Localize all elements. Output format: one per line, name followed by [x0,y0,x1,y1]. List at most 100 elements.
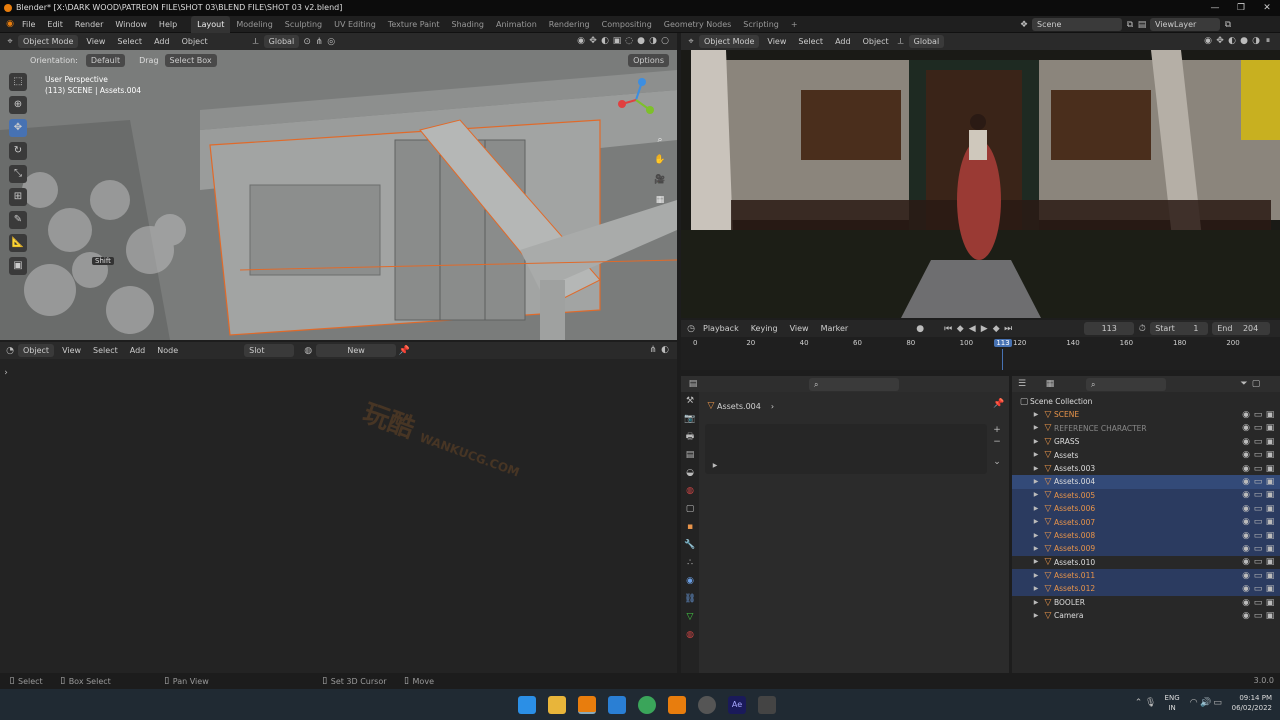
file-explorer-icon[interactable] [548,695,566,714]
clock[interactable]: 09:14 PM 06/02/2022 [1232,693,1272,713]
node-mode-selector[interactable]: Object [18,344,55,357]
viewport-toggle-icon[interactable]: ▭ [1252,476,1264,488]
menu-help[interactable]: Help [153,16,183,33]
display-mode-icon[interactable]: ▦ [1044,378,1056,390]
timeline-menu-marker[interactable]: Marker [815,324,855,333]
render-toggle-icon[interactable]: ▣ [1264,489,1276,501]
tab-animation[interactable]: Animation [490,16,543,33]
node-editor-canvas[interactable]: › [0,359,677,673]
volume-icon[interactable]: 🔊 [1200,697,1212,709]
render-toggle-icon[interactable]: ▣ [1264,503,1276,515]
timeline-menu-keying[interactable]: Keying [745,324,784,333]
expand-arrow-icon[interactable]: ▶ [1030,610,1042,622]
select-tool-icon[interactable]: ⬚ [9,73,27,91]
render-shading-solid-icon[interactable]: ● [1238,35,1250,47]
properties-editor-icon[interactable]: ▤ [687,378,699,390]
outliner-row[interactable]: ▶ ▽ Assets.006 ◉ ▭ ▣ [1012,502,1280,516]
render-overlay-icon[interactable]: ◐ [1226,35,1238,47]
viewport-toggle-icon[interactable]: ▭ [1252,597,1264,609]
eye-icon[interactable]: ◉ [1240,476,1252,488]
eye-icon[interactable]: ◉ [1240,409,1252,421]
close-button[interactable]: ✕ [1254,0,1280,16]
steam-icon[interactable] [698,695,716,714]
shading-material-icon[interactable]: ◑ [647,35,659,47]
render-toggle-icon[interactable]: ▣ [1264,583,1276,595]
view-layer-selector[interactable]: ViewLayer [1150,18,1220,31]
blender-taskbar-icon[interactable] [578,695,596,714]
menu-render[interactable]: Render [69,16,109,33]
eye-icon[interactable]: ◉ [1240,422,1252,434]
render-gizmo-icon[interactable]: ✥ [1214,35,1226,47]
eye-icon[interactable]: ◉ [1240,597,1252,609]
tab-geometry-nodes[interactable]: Geometry Nodes [658,16,737,33]
outliner-row[interactable]: ▶ ▽ GRASS ◉ ▭ ▣ [1012,435,1280,448]
node-menu-select[interactable]: Select [87,342,124,359]
viewport-toggle-icon[interactable]: ▭ [1252,530,1264,542]
proportional-edit-icon[interactable]: ◎ [325,36,337,48]
new-collection-icon[interactable]: ▢ [1250,378,1262,390]
filter-icon[interactable]: ⏷ [1238,378,1250,390]
viewport-toggle-icon[interactable]: ▭ [1252,422,1264,434]
pivot-icon[interactable]: ⊙ [301,36,313,48]
camera-view-icon[interactable]: 🎥 [654,174,666,186]
timeline-menu-view[interactable]: View [784,324,815,333]
pause-render-icon[interactable]: ⏸ [1262,35,1274,47]
blender-menu-icon[interactable]: ◉ [4,18,16,30]
orientation-selector[interactable]: Default [85,54,126,67]
expand-arrow-icon[interactable]: ▶ [1030,422,1042,434]
timeline-editor-icon[interactable]: ◷ [685,323,697,335]
render-mode-selector[interactable]: Object Mode [699,35,760,48]
current-frame-field[interactable]: 113 [1084,322,1135,335]
navigation-gizmo[interactable] [612,76,660,124]
eye-icon[interactable]: ◉ [1240,489,1252,501]
blender-taskbar-icon-2[interactable] [668,695,686,714]
viewport-toggle-icon[interactable]: ▭ [1252,409,1264,421]
eye-icon[interactable]: ◉ [1240,436,1252,448]
tab-shading[interactable]: Shading [445,16,490,33]
viewport-toggle-icon[interactable]: ▭ [1252,556,1264,568]
render-toggle-icon[interactable]: ▣ [1264,543,1276,555]
outliner-row[interactable]: ▶ ▽ SCENE ◉ ▭ ▣ [1012,408,1280,421]
timeline-menu-playback[interactable]: Playback [697,324,745,333]
material-tab-icon[interactable]: ◍ [684,629,696,641]
viewport-menu-object[interactable]: Object [176,33,214,50]
xray-icon[interactable]: ▣ [611,35,623,47]
data-tab-icon[interactable]: ▽ [684,611,696,623]
eye-icon[interactable]: ◉ [1240,543,1252,555]
viewport-menu-add[interactable]: Add [148,33,176,50]
tab-compositing[interactable]: Compositing [596,16,658,33]
outliner-row[interactable]: ▶ ▽ Assets.010 ◉ ▭ ▣ [1012,556,1280,569]
node-overlay-icon[interactable]: ◐ [659,344,671,356]
wifi-icon[interactable]: ◠ [1188,697,1200,709]
jump-end-icon[interactable]: ⏭ [1002,323,1014,335]
render-toggle-icon[interactable]: ▣ [1264,516,1276,528]
outliner-row[interactable]: ▶ ▽ Assets.008 ◉ ▭ ▣ [1012,528,1280,543]
clapper-icon[interactable] [758,695,776,714]
tab-layout[interactable]: Layout [191,15,231,33]
object-tab-icon[interactable]: ▪ [684,521,696,533]
render-menu-add[interactable]: Add [829,33,857,50]
mode-selector[interactable]: Object Mode [18,35,79,48]
menu-edit[interactable]: Edit [41,16,69,33]
app-b-icon[interactable] [608,695,626,714]
pan-hand-icon[interactable]: ✋ [654,154,666,166]
outliner-row[interactable]: ▶ ▽ Assets.007 ◉ ▭ ▣ [1012,515,1280,529]
viewport-toggle-icon[interactable]: ▭ [1252,543,1264,555]
expand-arrow-icon[interactable]: ▶ [1030,463,1042,475]
node-menu-view[interactable]: View [56,342,87,359]
drag-selector[interactable]: Select Box [164,54,217,67]
prev-key-icon[interactable]: ◆ [954,323,966,335]
render-tab-icon[interactable]: 📷 [684,413,696,425]
snap-icon[interactable]: ⋔ [313,36,325,48]
outliner-row[interactable]: ▶ ▽ Assets.003 ◉ ▭ ▣ [1012,462,1280,475]
view-layer-tab-icon[interactable]: ▤ [684,449,696,461]
collection-tab-icon[interactable]: ▢ [684,503,696,515]
mic-icon[interactable]: 🎙 [1145,697,1157,709]
render-viewport[interactable] [681,50,1280,318]
viewport-toggle-icon[interactable]: ▭ [1252,516,1264,528]
viewport-toggle-icon[interactable]: ▭ [1252,489,1264,501]
outliner-row[interactable]: ▶ ▽ Assets.012 ◉ ▭ ▣ [1012,582,1280,596]
expand-arrow-icon[interactable]: ▶ [1030,516,1042,528]
eye-icon[interactable]: ◉ [1240,530,1252,542]
expand-arrow-icon[interactable]: ▶ [1030,503,1042,515]
